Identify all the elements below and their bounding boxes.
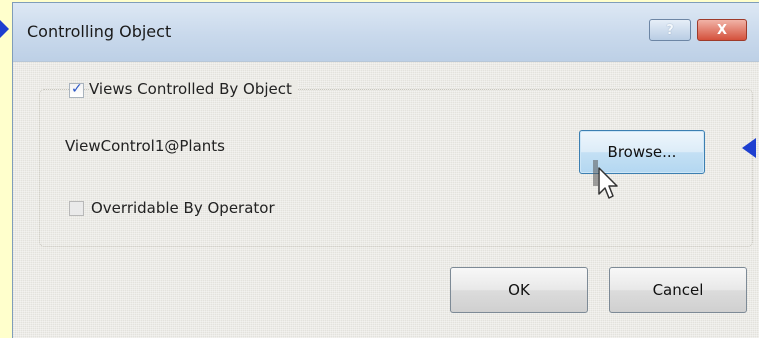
close-icon: X	[716, 22, 728, 38]
callout-arrow-right-icon	[742, 138, 756, 158]
overridable-checkbox[interactable]	[69, 201, 84, 216]
cancel-button[interactable]: Cancel	[609, 267, 747, 313]
callout-arrow-left-icon	[0, 20, 9, 38]
controlling-object-dialog: Controlling Object ? X Views Controlled …	[12, 2, 759, 338]
screenshot-stage: Controlling Object ? X Views Controlled …	[0, 0, 759, 338]
help-icon: ?	[666, 22, 674, 38]
dialog-titlebar[interactable]: Controlling Object ? X	[13, 3, 759, 62]
help-button[interactable]: ?	[649, 19, 691, 41]
ok-button[interactable]: OK	[450, 267, 588, 313]
views-controlled-checkbox[interactable]	[69, 81, 84, 98]
views-controlled-label[interactable]: Views Controlled By Object	[89, 80, 298, 98]
overridable-label[interactable]: Overridable By Operator	[91, 199, 275, 217]
mouse-pointer-icon	[593, 160, 618, 199]
dialog-title: Controlling Object	[27, 22, 172, 41]
close-button[interactable]: X	[697, 19, 747, 41]
controlling-object-value: ViewControl1@Plants	[65, 137, 225, 155]
